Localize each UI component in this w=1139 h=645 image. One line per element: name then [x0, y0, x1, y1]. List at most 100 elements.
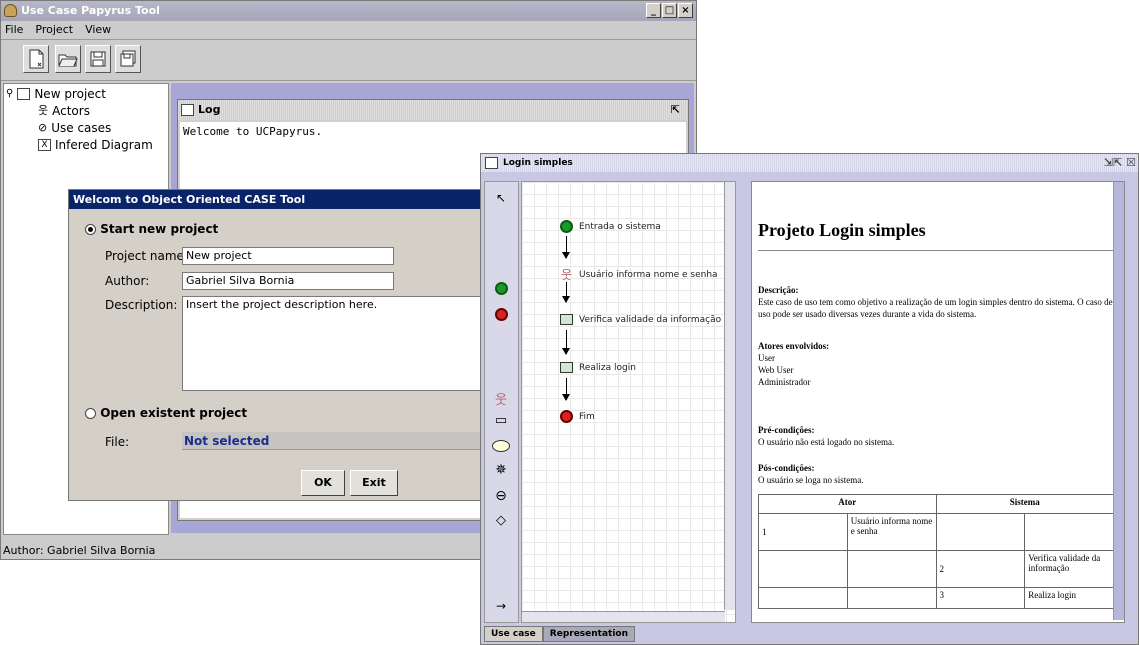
- table-cell: [846, 587, 937, 609]
- diagram-canvas[interactable]: Entrada o sistema 웃 Usuário informa nome …: [521, 181, 736, 623]
- diagram-node[interactable]: Verifica validade da informação: [560, 314, 721, 325]
- menu-file[interactable]: File: [5, 21, 23, 39]
- end-node-icon: [560, 410, 573, 423]
- pre-text: O usuário não está logado no sistema.: [758, 437, 895, 447]
- flow-arrow: [562, 236, 570, 259]
- diamond-icon: ◇: [496, 512, 506, 528]
- canvas-vscrollbar[interactable]: [724, 182, 735, 610]
- node-label: Usuário informa nome e senha: [579, 269, 718, 280]
- diagram-palette: ↖ 웃 ▭ ✵ ⊖ ◇ →: [484, 181, 519, 623]
- doc-divider: [758, 250, 1120, 251]
- star-icon: ✵: [495, 462, 507, 478]
- arrow-right-icon: →: [495, 599, 507, 613]
- start-new-radio[interactable]: [85, 224, 96, 235]
- table-cell: 3: [935, 587, 1026, 609]
- tree-item-use-cases[interactable]: ⊘ Use cases: [38, 120, 111, 136]
- ator-item: User: [758, 353, 775, 363]
- menu-view[interactable]: View: [85, 21, 111, 39]
- diagram-icon: X: [38, 139, 51, 151]
- tree-root-label: New project: [34, 87, 106, 101]
- tree-pin-icon: ⚲: [6, 88, 14, 99]
- node-label: Verifica validade da informação: [579, 314, 722, 325]
- ator-item: Web User: [758, 365, 794, 375]
- tree-item-infered-diagram[interactable]: X Infered Diagram: [38, 137, 153, 153]
- end-node-tool[interactable]: [491, 304, 511, 324]
- app-icon: [4, 4, 17, 17]
- computer-icon: ▭: [494, 412, 508, 428]
- use-case-tool[interactable]: [491, 436, 511, 456]
- close-button[interactable]: ×: [678, 3, 693, 18]
- include-tool[interactable]: ⊖: [491, 486, 511, 506]
- new-file-icon: [29, 49, 44, 69]
- tab-representation[interactable]: Representation: [542, 626, 636, 642]
- decision-tool[interactable]: ◇: [491, 510, 511, 530]
- table-cell: 2: [935, 550, 1026, 588]
- node-label: Entrada o sistema: [579, 221, 661, 232]
- tree-item-actors[interactable]: 웃 Actors: [38, 103, 90, 119]
- tree-item-label: Actors: [52, 104, 90, 118]
- tab-use-case[interactable]: Use case: [484, 626, 543, 642]
- status-bar: Author: Gabriel Silva Bornia: [3, 544, 156, 557]
- dialog-title[interactable]: Welcom to Object Oriented CASE Tool: [69, 190, 492, 209]
- diagram-node[interactable]: Entrada o sistema: [560, 220, 661, 233]
- canvas-hscrollbar[interactable]: [522, 611, 725, 622]
- ok-button[interactable]: OK: [301, 470, 345, 496]
- project-name-field[interactable]: New project: [182, 247, 394, 265]
- restore-icon[interactable]: ⇱: [671, 100, 680, 120]
- diagram-node[interactable]: 웃 Usuário informa nome e senha: [560, 266, 718, 283]
- main-titlebar[interactable]: Use Case Papyrus Tool _ □ ×: [1, 1, 696, 21]
- save-all-button[interactable]: [115, 45, 141, 73]
- connector-tool[interactable]: →: [491, 596, 511, 616]
- tree-item-label: Use cases: [51, 121, 112, 135]
- computer-icon: [560, 362, 573, 373]
- node-label: Fim: [579, 411, 595, 422]
- folder-open-icon: [58, 54, 78, 67]
- doc-vscrollbar[interactable]: [1113, 182, 1124, 620]
- description-label: Description:: [105, 298, 178, 312]
- tree-root[interactable]: ⚲ New project: [6, 86, 106, 102]
- new-file-button[interactable]: [23, 45, 49, 73]
- main-title: Use Case Papyrus Tool: [21, 4, 160, 17]
- document-view: Projeto Login simples Descrição: Este ca…: [751, 181, 1125, 623]
- end-node-icon: [494, 307, 508, 321]
- frame-icon: [181, 104, 194, 116]
- description-textarea[interactable]: Insert the project description here.: [182, 296, 494, 391]
- actors-icon: 웃: [38, 104, 49, 117]
- diagram-node[interactable]: Realiza login: [560, 362, 636, 373]
- start-new-radio-row[interactable]: Start new project: [85, 222, 218, 236]
- log-titlebar[interactable]: Log ⇱: [178, 100, 688, 120]
- use-cases-icon: ⊘: [38, 121, 48, 134]
- select-tool[interactable]: ↖: [491, 188, 511, 208]
- table-row: 1 Usuário informa nome e senha: [758, 513, 1114, 551]
- menu-project[interactable]: Project: [35, 21, 73, 39]
- descricao-label: Descrição:: [758, 285, 799, 295]
- pos-text: O usuário se loga no sistema.: [758, 475, 864, 485]
- table-cell: [758, 587, 848, 609]
- save-button[interactable]: [85, 45, 111, 73]
- login-simples-window: Login simples ⇲⇱ ☒ ↖ 웃 ▭ ✵ ⊖ ◇ → Entrada…: [480, 153, 1139, 645]
- maximize-button[interactable]: □: [662, 3, 677, 18]
- table-cell: Realiza login: [1024, 587, 1114, 609]
- use-case-table: Ator Sistema 1 Usuário informa nome e se…: [758, 494, 1114, 609]
- table-row: 2 Verifica validade da informação: [758, 550, 1114, 588]
- save-all-icon: [120, 50, 136, 67]
- flow-arrow: [562, 330, 570, 355]
- event-tool[interactable]: ✵: [491, 460, 511, 480]
- actor-tool[interactable]: 웃: [491, 388, 511, 408]
- welcome-dialog: Welcom to Object Oriented CASE Tool Star…: [68, 189, 494, 501]
- start-node-tool[interactable]: [491, 278, 511, 298]
- pre-label: Pré-condições:: [758, 425, 815, 435]
- login-titlebar[interactable]: Login simples ⇲⇱ ☒: [481, 154, 1138, 172]
- open-existent-radio-row[interactable]: Open existent project: [85, 406, 247, 420]
- toolbar: [1, 39, 696, 81]
- diagram-node[interactable]: Fim: [560, 410, 595, 423]
- author-field[interactable]: Gabriel Silva Bornia: [182, 272, 394, 290]
- open-button[interactable]: [55, 45, 81, 73]
- start-node-icon: [560, 220, 573, 233]
- minimize-button[interactable]: _: [646, 3, 661, 18]
- system-tool[interactable]: ▭: [491, 410, 511, 430]
- frame-controls-icon[interactable]: ⇲⇱ ☒: [1104, 154, 1136, 172]
- open-existent-radio[interactable]: [85, 408, 96, 419]
- file-label: File:: [105, 435, 130, 449]
- exit-button[interactable]: Exit: [350, 470, 398, 496]
